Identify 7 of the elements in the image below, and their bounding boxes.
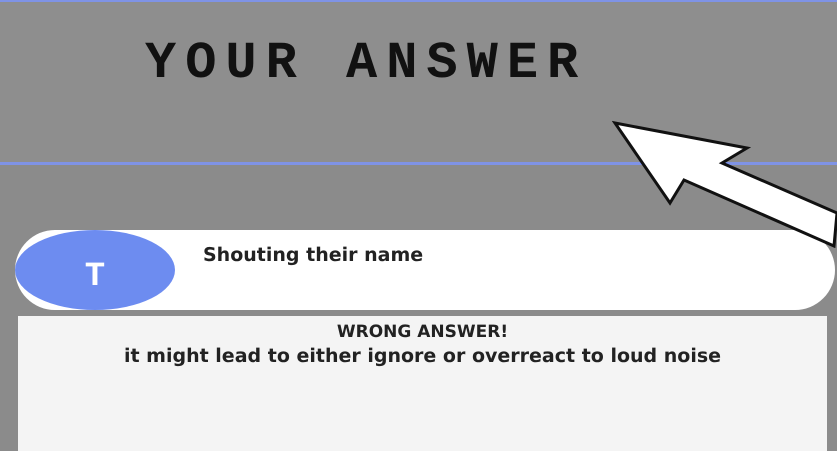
feedback-message: it might lead to either ignore or overreact to loud noise: [122, 344, 722, 369]
cursor-arrow-icon: [612, 118, 837, 248]
answer-text: Shouting their name: [203, 244, 424, 266]
feedback-heading: WRONG ANSWER!: [336, 322, 508, 342]
title: YOUR ANSWER: [145, 34, 588, 94]
letter-badge: T: [15, 230, 175, 310]
answer-option[interactable]: T Shouting their name: [15, 230, 835, 310]
